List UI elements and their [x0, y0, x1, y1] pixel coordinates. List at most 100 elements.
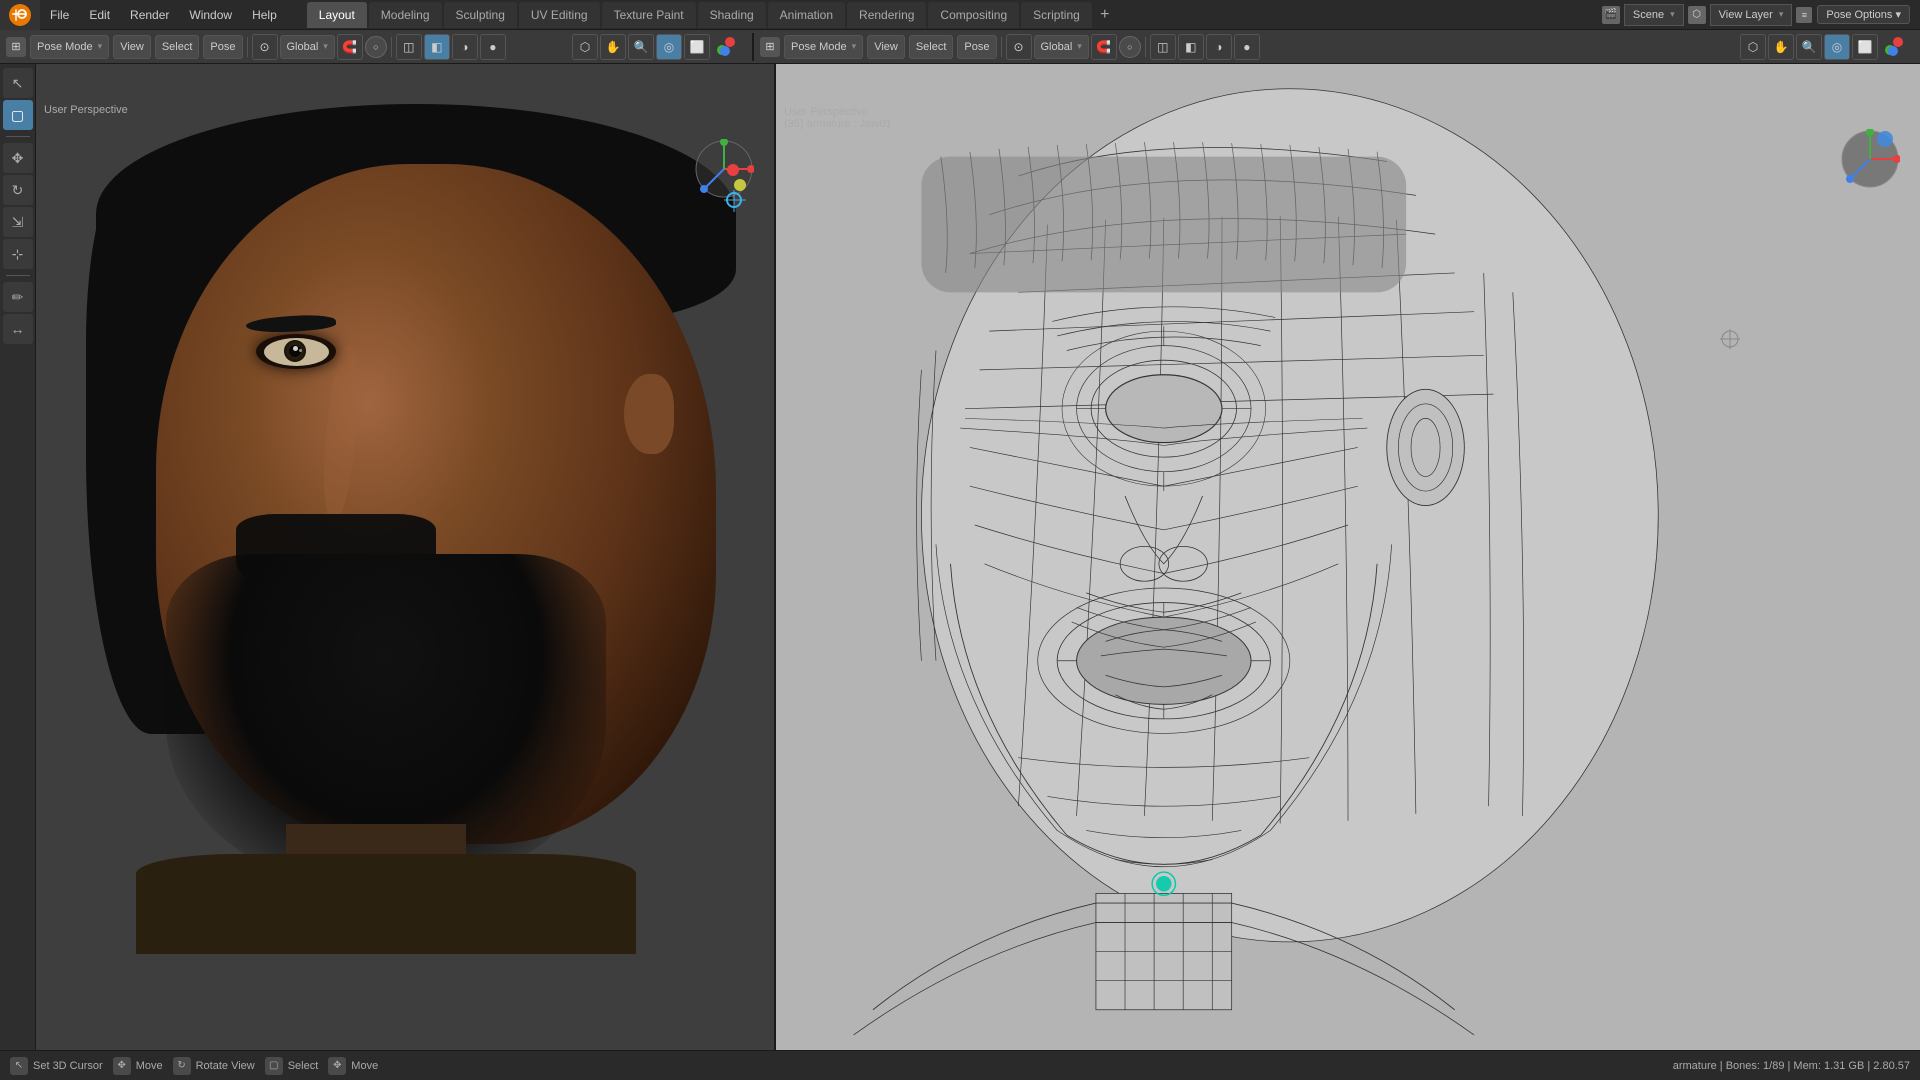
menu-help[interactable]: Help	[242, 0, 287, 30]
tab-rendering[interactable]: Rendering	[847, 2, 926, 28]
overlay-btn-right[interactable]: ◎	[1824, 34, 1850, 60]
wireframe-shade-left[interactable]: ◫	[396, 34, 422, 60]
hand-btn-left[interactable]: ✋	[600, 34, 626, 60]
viewport-right-perspective: User Perspective	[784, 106, 892, 118]
blender-logo[interactable]	[0, 0, 40, 30]
material-shade-right[interactable]: ◑	[1206, 34, 1232, 60]
cursor-tool-btn[interactable]: ↖	[3, 68, 33, 98]
nav-widget-small-right	[1880, 34, 1906, 60]
select-tool-btn[interactable]: ▢	[3, 100, 33, 130]
scene-selector[interactable]: Scene ▾	[1624, 4, 1684, 26]
viewport-left-perspective: User Perspective	[44, 104, 128, 116]
tab-animation[interactable]: Animation	[768, 2, 845, 28]
menu-file[interactable]: File	[40, 0, 79, 30]
gizmo-dot-x-left	[725, 37, 735, 47]
tab-layout[interactable]: Layout	[307, 2, 367, 28]
pose-dropdown-right[interactable]: Pose	[957, 35, 996, 59]
gizmo-x-dot	[727, 164, 739, 176]
pivot-btn-left[interactable]: ⊙	[252, 34, 278, 60]
tab-compositing[interactable]: Compositing	[928, 2, 1019, 28]
pose-mode-dropdown-left[interactable]: Pose Mode ▾	[30, 35, 109, 59]
pose-mode-dropdown-right[interactable]: Pose Mode ▾	[784, 35, 863, 59]
overlay-btn-left[interactable]: ◎	[656, 34, 682, 60]
rotate-view-label: Rotate View	[196, 1060, 255, 1072]
tab-scripting[interactable]: Scripting	[1021, 2, 1092, 28]
material-shade-left[interactable]: ◑	[452, 34, 478, 60]
workspace-tabs: Layout Modeling Sculpting UV Editing Tex…	[307, 2, 1116, 28]
tab-modeling[interactable]: Modeling	[369, 2, 442, 28]
zoom-btn-left[interactable]: 🔍	[628, 34, 654, 60]
proportional-edit-right[interactable]: ○	[1119, 36, 1141, 58]
solid-shade-left[interactable]: ◧	[424, 34, 450, 60]
move-tool-btn[interactable]: ✥	[3, 143, 33, 173]
menu-render[interactable]: Render	[120, 0, 179, 30]
status-select: ▢ Select	[265, 1057, 319, 1075]
rendered-shade-left[interactable]: ●	[480, 34, 506, 60]
status-right-info: armature | Bones: 1/89 | Mem: 1.31 GB | …	[1673, 1060, 1910, 1072]
menu-edit[interactable]: Edit	[79, 0, 120, 30]
global-dropdown-left[interactable]: Global ▾	[280, 35, 335, 59]
xray-btn-left[interactable]: ⬜	[684, 34, 710, 60]
select-dropdown-left[interactable]: Select	[155, 35, 200, 59]
pivot-controls-left: ⊙ Global ▾ 🧲 ○	[252, 34, 387, 60]
wireframe-shade-right[interactable]: ◫	[1150, 34, 1176, 60]
viewport-shading-right: ◫ ◧ ◑ ●	[1150, 34, 1260, 60]
tab-texture-paint[interactable]: Texture Paint	[602, 2, 696, 28]
viewport-right-info: User Perspective (35) armature : Jaw01	[784, 106, 892, 130]
rendered-shade-right[interactable]: ●	[1234, 34, 1260, 60]
move-icon2: ✥	[328, 1057, 346, 1075]
viewport-container: User Perspective	[36, 64, 1920, 1050]
zoom-btn-right[interactable]: 🔍	[1796, 34, 1822, 60]
gizmo-y-dot	[734, 179, 746, 191]
pose-dropdown-left[interactable]: Pose	[203, 35, 242, 59]
measure-tool-btn[interactable]: ↔	[3, 314, 33, 344]
left-toolbar: ↖ ▢ ✥ ↻ ⇲ ⊹ ✏ ↔	[0, 64, 36, 1050]
viewport-left[interactable]: User Perspective	[36, 64, 776, 1050]
tab-uv-editing[interactable]: UV Editing	[519, 2, 600, 28]
scene-btn-left[interactable]: ⬡	[572, 34, 598, 60]
tab-sculpting[interactable]: Sculpting	[444, 2, 517, 28]
eye-highlight2	[299, 349, 302, 352]
viewport-mode-icon-left: ⊞	[6, 37, 26, 57]
hand-btn-right[interactable]: ✋	[1768, 34, 1794, 60]
top-right-controls: 🎬 Scene ▾ ⬡ View Layer ▾ ≡ Pose Options …	[1602, 4, 1920, 26]
render-engine-icon[interactable]: 🎬	[1602, 6, 1620, 24]
snapping-btn-right[interactable]: 🧲	[1091, 34, 1117, 60]
select-dropdown-right[interactable]: Select	[909, 35, 954, 59]
pose-options-button[interactable]: Pose Options ▾	[1817, 5, 1910, 24]
gizmo-widget-right[interactable]	[1840, 129, 1900, 189]
crosshair-cursor	[1720, 329, 1740, 349]
viewport-divider	[752, 33, 754, 61]
viewport-overlay-right: ⬡ ✋ 🔍 ◎ ⬜	[1740, 34, 1914, 60]
viewport-right[interactable]: User Perspective (35) armature : Jaw01	[776, 64, 1920, 1050]
tab-add-button[interactable]: +	[1094, 4, 1116, 26]
annotate-tool-btn[interactable]: ✏	[3, 282, 33, 312]
gizmo-dot-x-right	[1893, 37, 1903, 47]
move-icon1: ✥	[113, 1057, 131, 1075]
rotate-tool-btn[interactable]: ↻	[3, 175, 33, 205]
cursor-label: Set 3D Cursor	[33, 1060, 103, 1072]
view-dropdown-right[interactable]: View	[867, 35, 905, 59]
status-move2: ✥ Move	[328, 1057, 378, 1075]
view-layer-selector[interactable]: View Layer ▾	[1710, 4, 1793, 26]
solid-shade-right[interactable]: ◧	[1178, 34, 1204, 60]
pivot-btn-right[interactable]: ⊙	[1006, 34, 1032, 60]
xray-btn-right[interactable]: ⬜	[1852, 34, 1878, 60]
view-dropdown-left[interactable]: View	[113, 35, 151, 59]
transform-tool-btn[interactable]: ⊹	[3, 239, 33, 269]
tool-separator-2	[6, 275, 30, 276]
global-dropdown-right[interactable]: Global ▾	[1034, 35, 1089, 59]
select-icon: ▢	[265, 1057, 283, 1075]
proportional-edit-left[interactable]: ○	[365, 36, 387, 58]
tab-shading[interactable]: Shading	[698, 2, 766, 28]
cursor-icon: ↖	[10, 1057, 28, 1075]
scene-btn-right[interactable]: ⬡	[1740, 34, 1766, 60]
menu-window[interactable]: Window	[179, 0, 242, 30]
view-layer-icon: ≡	[1796, 7, 1812, 23]
eye-highlight	[293, 346, 298, 351]
status-move1: ✥ Move	[113, 1057, 163, 1075]
scale-tool-btn[interactable]: ⇲	[3, 207, 33, 237]
snapping-btn-left[interactable]: 🧲	[337, 34, 363, 60]
status-cursor: ↖ Set 3D Cursor	[10, 1057, 103, 1075]
tool-separator-1	[6, 136, 30, 137]
